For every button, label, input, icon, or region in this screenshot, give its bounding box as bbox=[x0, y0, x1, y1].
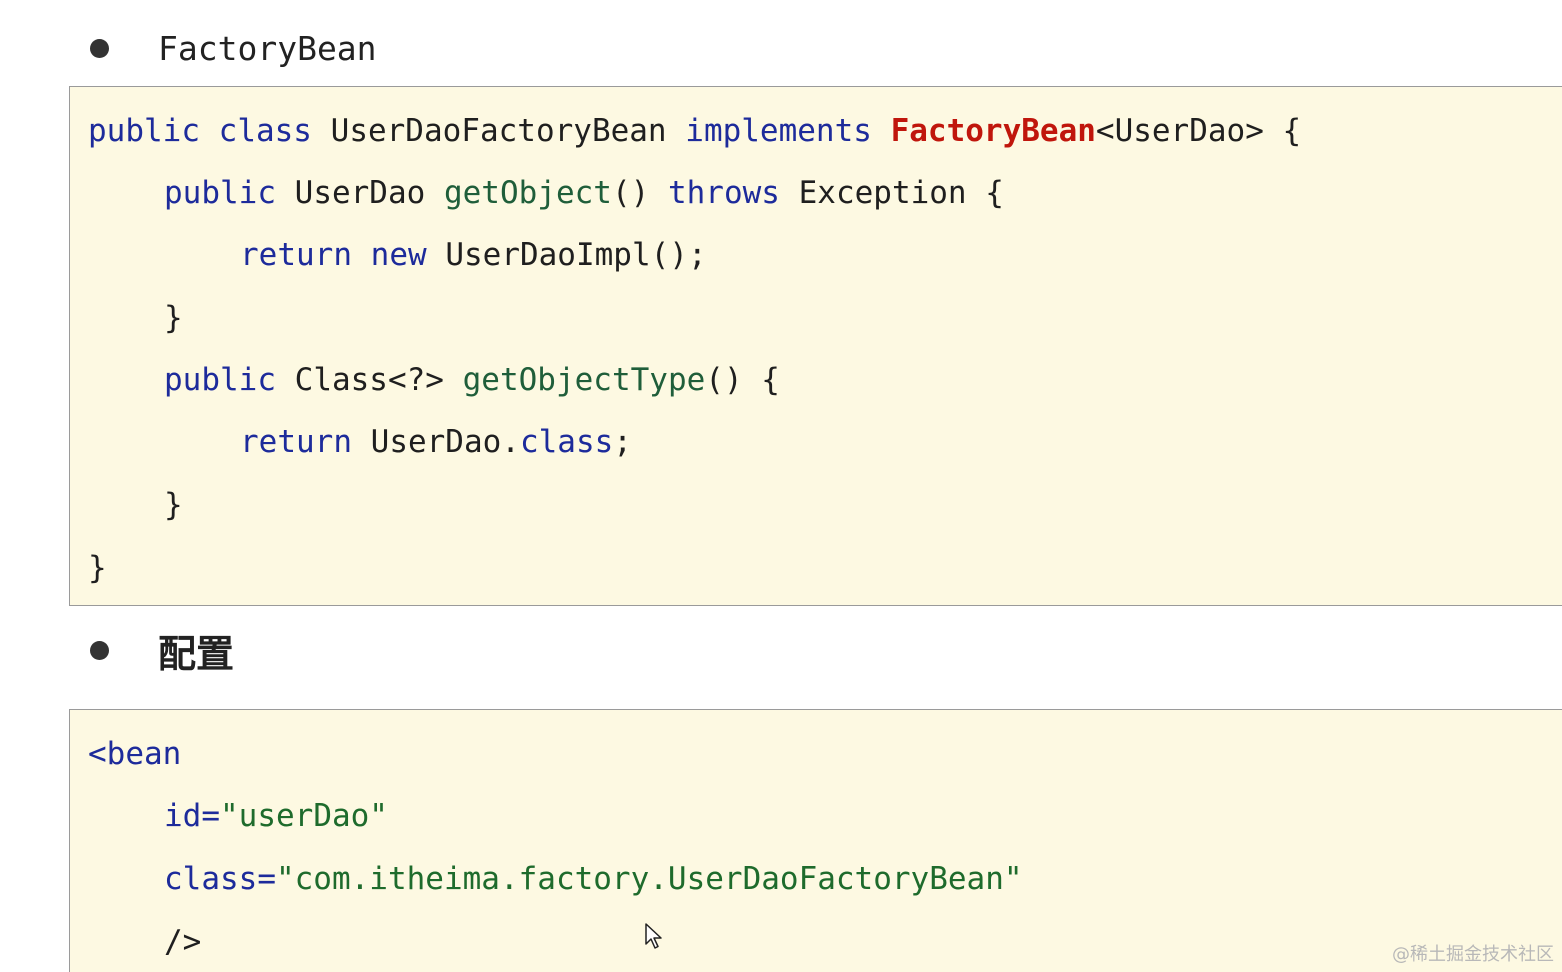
xml-line-2: id="userDao" bbox=[164, 796, 388, 836]
watermark: @稀土掘金技术社区 bbox=[1392, 944, 1554, 965]
xml-code-block: <bean id="userDao" class="com.itheima.fa… bbox=[69, 709, 1562, 972]
class-name: UserDaoFactoryBean bbox=[330, 113, 667, 149]
code-line-4: } bbox=[164, 298, 183, 338]
xml-line-3: class="com.itheima.factory.UserDaoFactor… bbox=[164, 859, 1023, 899]
code-text: ; bbox=[613, 424, 632, 460]
keyword: new bbox=[370, 237, 427, 273]
xml-attribute: class= bbox=[164, 861, 276, 897]
xml-attribute: id= bbox=[164, 798, 220, 834]
brace: } bbox=[88, 550, 107, 586]
keyword: throws bbox=[667, 175, 780, 211]
code-text: Exception { bbox=[798, 175, 1004, 211]
code-line-6: return UserDao.class; bbox=[240, 422, 632, 462]
bullet-dot bbox=[90, 640, 109, 660]
keyword: public bbox=[88, 113, 200, 149]
xml-value: "userDao" bbox=[220, 798, 388, 834]
xml-line-4: /> bbox=[164, 924, 202, 960]
document-page: FactoryBean public class UserDaoFactoryB… bbox=[0, 0, 1562, 972]
keyword: return bbox=[240, 237, 352, 273]
keyword: return bbox=[240, 424, 352, 460]
keyword: implements bbox=[685, 113, 872, 149]
code-text: UserDao. bbox=[370, 424, 520, 460]
method-name: getObject bbox=[443, 175, 612, 211]
code-text: () { bbox=[705, 362, 780, 398]
highlighted-interface: FactoryBean bbox=[890, 113, 1096, 149]
code-line-8: } bbox=[88, 548, 107, 588]
method-name: getObjectType bbox=[462, 362, 706, 398]
keyword: public bbox=[164, 175, 276, 211]
bullet-dot bbox=[90, 38, 109, 58]
mouse-pointer-icon bbox=[645, 923, 662, 949]
section-title: 配置 bbox=[158, 631, 235, 676]
section-title: FactoryBean bbox=[158, 28, 377, 68]
return-type: Class<?> bbox=[294, 362, 444, 398]
xml-line-1: <bean bbox=[88, 736, 182, 772]
parens: () bbox=[611, 175, 650, 211]
brace: } bbox=[164, 487, 183, 523]
java-code-block: public class UserDaoFactoryBean implemen… bbox=[69, 86, 1562, 606]
keyword: class bbox=[218, 113, 312, 149]
return-type: UserDao bbox=[294, 175, 426, 211]
brace: } bbox=[164, 300, 183, 336]
keyword: public bbox=[164, 362, 276, 398]
xml-value: "com.itheima.factory.UserDaoFactoryBean" bbox=[275, 861, 1023, 897]
code-line-2: public UserDao getObject() throws Except… bbox=[164, 173, 1004, 213]
code-line-7: } bbox=[164, 485, 183, 525]
generic-type: <UserDao> { bbox=[1095, 113, 1302, 149]
code-text: UserDaoImpl(); bbox=[445, 237, 707, 273]
code-line-5: public Class<?> getObjectType() { bbox=[164, 360, 780, 400]
code-line-3: return new UserDaoImpl(); bbox=[240, 235, 707, 275]
code-line-1: public class UserDaoFactoryBean implemen… bbox=[88, 111, 1301, 151]
keyword: class bbox=[519, 424, 614, 460]
